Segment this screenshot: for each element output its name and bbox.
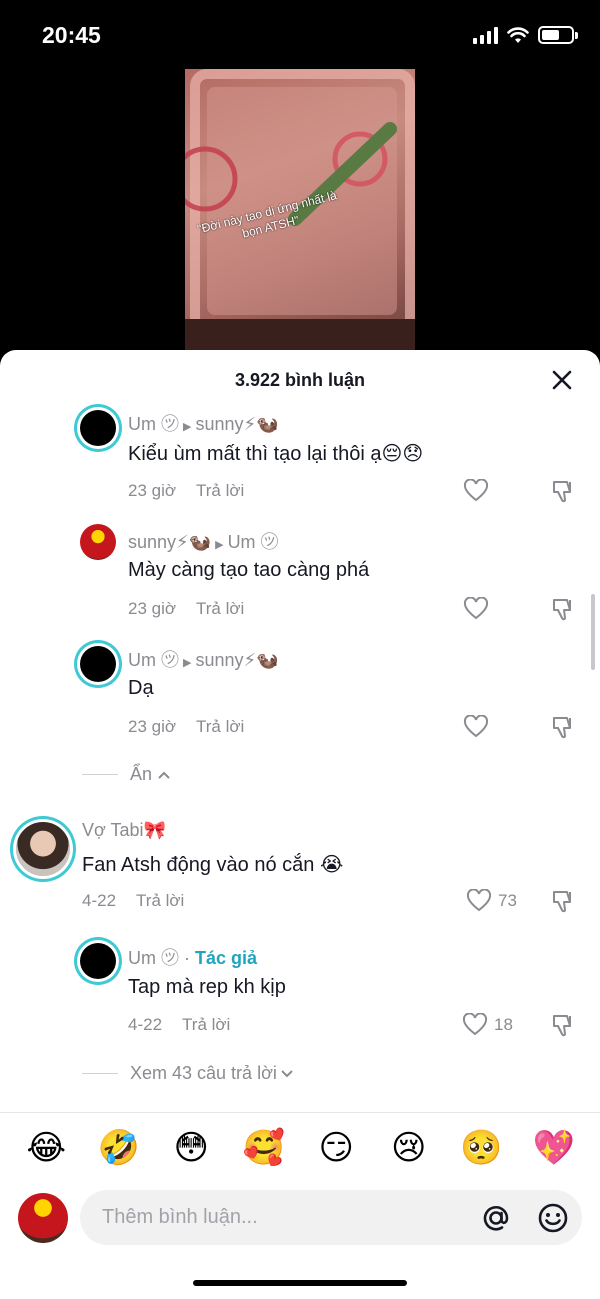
chevron-down-icon bbox=[281, 1069, 293, 1077]
heart-icon bbox=[462, 1013, 488, 1036]
reply-item: Um ㋡ ▶ sunny⚡🦦 Dạ 23 giờ Trả lời bbox=[0, 636, 600, 751]
separator-dot: · bbox=[179, 948, 195, 968]
comment-sub-row: 4-22 Trả lời bbox=[128, 1015, 230, 1035]
reply-button[interactable]: Trả lời bbox=[136, 891, 184, 910]
comment-text: Fan Atsh động vào nó cắn 😭 bbox=[82, 854, 344, 876]
comment-sub-row: 23 giờ Trả lời bbox=[128, 481, 244, 501]
dislike-icon[interactable] bbox=[550, 888, 576, 914]
cellular-signal-icon bbox=[473, 26, 498, 44]
hide-replies-label: Ẩn bbox=[130, 764, 153, 784]
dislike-icon[interactable] bbox=[550, 1012, 576, 1038]
divider-line bbox=[82, 1073, 118, 1074]
wifi-icon bbox=[507, 26, 529, 43]
my-avatar[interactable] bbox=[18, 1193, 68, 1243]
comment-time: 23 giờ bbox=[128, 599, 177, 618]
username[interactable]: Um ㋡ bbox=[128, 414, 179, 434]
comment-text: Kiểu ùm mất thì tạo lại thôi ạ😔😞 bbox=[128, 443, 424, 465]
avatar[interactable] bbox=[16, 822, 70, 876]
reply-arrow-icon: ▶ bbox=[215, 539, 224, 551]
emoji-button[interactable]: 😳 bbox=[161, 1126, 221, 1170]
view-more-replies[interactable]: Xem 43 câu trả lời bbox=[82, 1063, 295, 1084]
dislike-icon[interactable] bbox=[550, 596, 576, 622]
emoji-quick-bar: 😂 🤣 😳 🥰 😏 😢 🥺 💖 bbox=[0, 1126, 600, 1170]
emoji-button[interactable]: 💖 bbox=[524, 1126, 584, 1170]
reply-item: Um ㋡ · Tác giả Tap mà rep kh kịp 4-22 Trả… bbox=[0, 935, 600, 1050]
comment-meta: Um ㋡ ▶ sunny⚡🦦 bbox=[128, 410, 279, 436]
avatar[interactable] bbox=[80, 646, 116, 682]
reply-arrow-icon: ▶ bbox=[183, 657, 192, 669]
comment-text: Mày càng tạo tao càng phá bbox=[128, 559, 370, 581]
comment-time: 4-22 bbox=[128, 1015, 163, 1034]
status-time: 20:45 bbox=[42, 22, 101, 48]
username[interactable]: sunny⚡🦦 bbox=[128, 532, 211, 552]
emoji-button[interactable]: 😏 bbox=[306, 1126, 366, 1170]
reply-to-username[interactable]: sunny⚡🦦 bbox=[195, 414, 278, 434]
username[interactable]: Vợ Tabi🎀 bbox=[82, 820, 166, 840]
heart-icon bbox=[466, 889, 492, 912]
emoji-button[interactable]: 😢 bbox=[379, 1126, 439, 1170]
comment-text: Dạ bbox=[128, 677, 154, 699]
reply-to-username[interactable]: Um ㋡ bbox=[228, 532, 279, 552]
comment-sub-row: 4-22 Trả lời bbox=[82, 891, 184, 911]
like-count: 73 bbox=[498, 891, 517, 910]
comment-input-container bbox=[80, 1190, 582, 1245]
battery-icon bbox=[538, 26, 578, 44]
avatar[interactable] bbox=[80, 524, 116, 560]
comment-item: Vợ Tabi🎀 Fan Atsh động vào nó cắn 😭 4-22… bbox=[0, 812, 600, 922]
home-indicator[interactable] bbox=[193, 1280, 407, 1286]
like-button[interactable]: 18 bbox=[462, 1013, 513, 1037]
comment-meta: Um ㋡ · Tác giả bbox=[128, 944, 257, 970]
username[interactable]: Um ㋡ bbox=[128, 948, 179, 968]
reply-arrow-icon: ▶ bbox=[183, 421, 192, 433]
comment-meta: Vợ Tabi🎀 bbox=[82, 820, 166, 841]
scrollbar[interactable] bbox=[591, 594, 595, 670]
comment-input[interactable] bbox=[102, 1190, 462, 1245]
reply-button[interactable]: Trả lời bbox=[196, 481, 244, 500]
mention-icon[interactable] bbox=[480, 1202, 512, 1234]
emoji-button[interactable]: 🥰 bbox=[234, 1126, 294, 1170]
heart-icon[interactable] bbox=[463, 479, 489, 503]
dislike-icon[interactable] bbox=[550, 714, 576, 740]
reply-button[interactable]: Trả lời bbox=[196, 599, 244, 618]
comment-time: 23 giờ bbox=[128, 481, 177, 500]
comment-text: Tap mà rep kh kịp bbox=[128, 976, 286, 998]
comment-time: 4-22 bbox=[82, 891, 117, 910]
comment-meta: Um ㋡ ▶ sunny⚡🦦 bbox=[128, 646, 279, 672]
status-icons bbox=[473, 26, 578, 44]
username[interactable]: Um ㋡ bbox=[128, 650, 179, 670]
avatar[interactable] bbox=[80, 410, 116, 446]
avatar[interactable] bbox=[80, 943, 116, 979]
author-badge: Tác giả bbox=[195, 948, 258, 968]
like-button[interactable]: 73 bbox=[466, 889, 517, 913]
reply-button[interactable]: Trả lời bbox=[182, 1015, 230, 1034]
heart-icon[interactable] bbox=[463, 715, 489, 739]
emoji-button[interactable]: 🤣 bbox=[89, 1126, 149, 1170]
view-more-label: Xem 43 câu trả lời bbox=[130, 1063, 277, 1083]
comment-count: 3.922 bình luận bbox=[234, 370, 366, 390]
comment-sub-row: 23 giờ Trả lời bbox=[128, 599, 244, 619]
divider-line bbox=[82, 774, 118, 775]
chevron-up-icon bbox=[158, 771, 170, 779]
emoji-button[interactable]: 😂 bbox=[16, 1126, 76, 1170]
status-bar: 20:45 bbox=[0, 0, 600, 70]
heart-icon[interactable] bbox=[463, 597, 489, 621]
comment-sub-row: 23 giờ Trả lời bbox=[128, 717, 244, 737]
emoji-button[interactable]: 🥺 bbox=[451, 1126, 511, 1170]
dislike-icon[interactable] bbox=[550, 478, 576, 504]
hide-replies-toggle[interactable]: Ẩn bbox=[82, 764, 172, 785]
emoji-picker-icon[interactable] bbox=[536, 1201, 570, 1235]
comment-time: 23 giờ bbox=[128, 717, 177, 736]
video-preview[interactable]: "Đời này tao dị ứng nhất là bọn ATSH" bbox=[185, 69, 415, 354]
close-icon[interactable] bbox=[550, 368, 574, 392]
reply-to-username[interactable]: sunny⚡🦦 bbox=[195, 650, 278, 670]
reply-button[interactable]: Trả lời bbox=[196, 717, 244, 736]
divider bbox=[0, 1112, 600, 1113]
comment-meta: sunny⚡🦦 ▶ Um ㋡ bbox=[128, 528, 279, 554]
like-count: 18 bbox=[494, 1015, 513, 1034]
reply-item: sunny⚡🦦 ▶ Um ㋡ Mày càng tạo tao càng phá 2… bbox=[0, 518, 600, 633]
reply-item: Um ㋡ ▶ sunny⚡🦦 Kiểu ùm mất thì tạo lại thô… bbox=[0, 400, 600, 515]
